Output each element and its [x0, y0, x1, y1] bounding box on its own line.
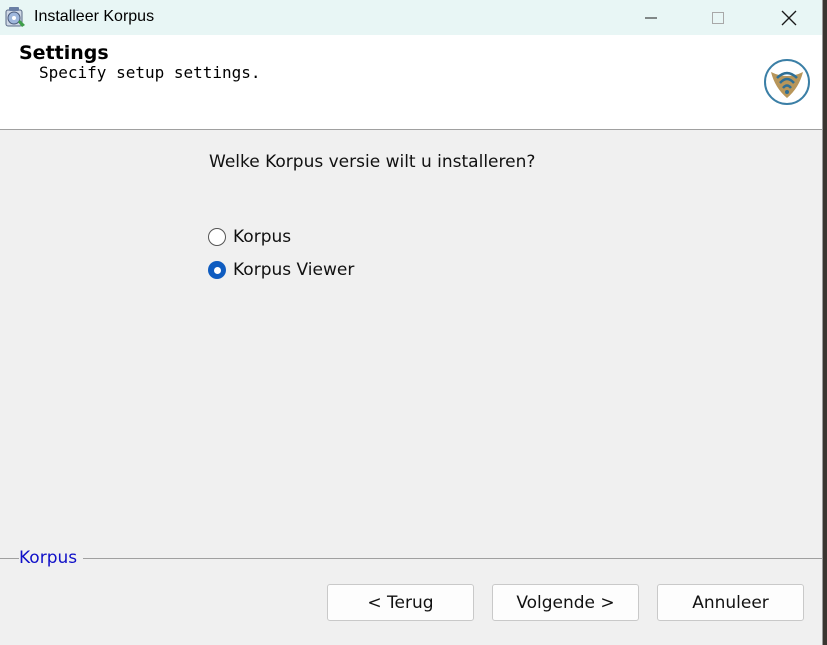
window-title: Installeer Korpus: [34, 8, 155, 25]
maximize-button[interactable]: [694, 0, 742, 35]
close-icon: [781, 10, 797, 25]
installer-app-icon: [5, 7, 25, 27]
cancel-button[interactable]: Annuleer: [657, 584, 804, 621]
branding-label: Korpus: [19, 548, 84, 568]
korpus-logo-icon: [764, 59, 810, 105]
radio-option-korpus[interactable]: Korpus: [208, 225, 291, 249]
wizard-header: Settings Specify setup settings.: [0, 35, 822, 130]
footer-divider: [0, 558, 822, 559]
desktop-background: [823, 0, 827, 645]
radio-option-korpus-viewer[interactable]: Korpus Viewer: [208, 258, 354, 282]
next-button[interactable]: Volgende >: [492, 584, 639, 621]
radio-checked-icon[interactable]: [208, 261, 226, 279]
minimize-button[interactable]: [627, 0, 675, 35]
title-bar[interactable]: Installeer Korpus: [0, 0, 822, 35]
back-button[interactable]: < Terug: [327, 584, 474, 621]
radio-label-korpus[interactable]: Korpus: [233, 227, 291, 247]
radio-label-korpus-viewer[interactable]: Korpus Viewer: [233, 260, 354, 280]
radio-unchecked-icon[interactable]: [208, 228, 226, 246]
version-question: Welke Korpus versie wilt u installeren?: [209, 152, 536, 172]
page-title: Settings: [19, 42, 109, 64]
minimize-icon: [645, 17, 657, 18]
maximize-icon: [712, 11, 724, 24]
close-button[interactable]: [765, 0, 813, 35]
installer-window: Installeer Korpus Settings Specify setup…: [0, 0, 823, 645]
page-subtitle: Specify setup settings.: [39, 63, 261, 82]
